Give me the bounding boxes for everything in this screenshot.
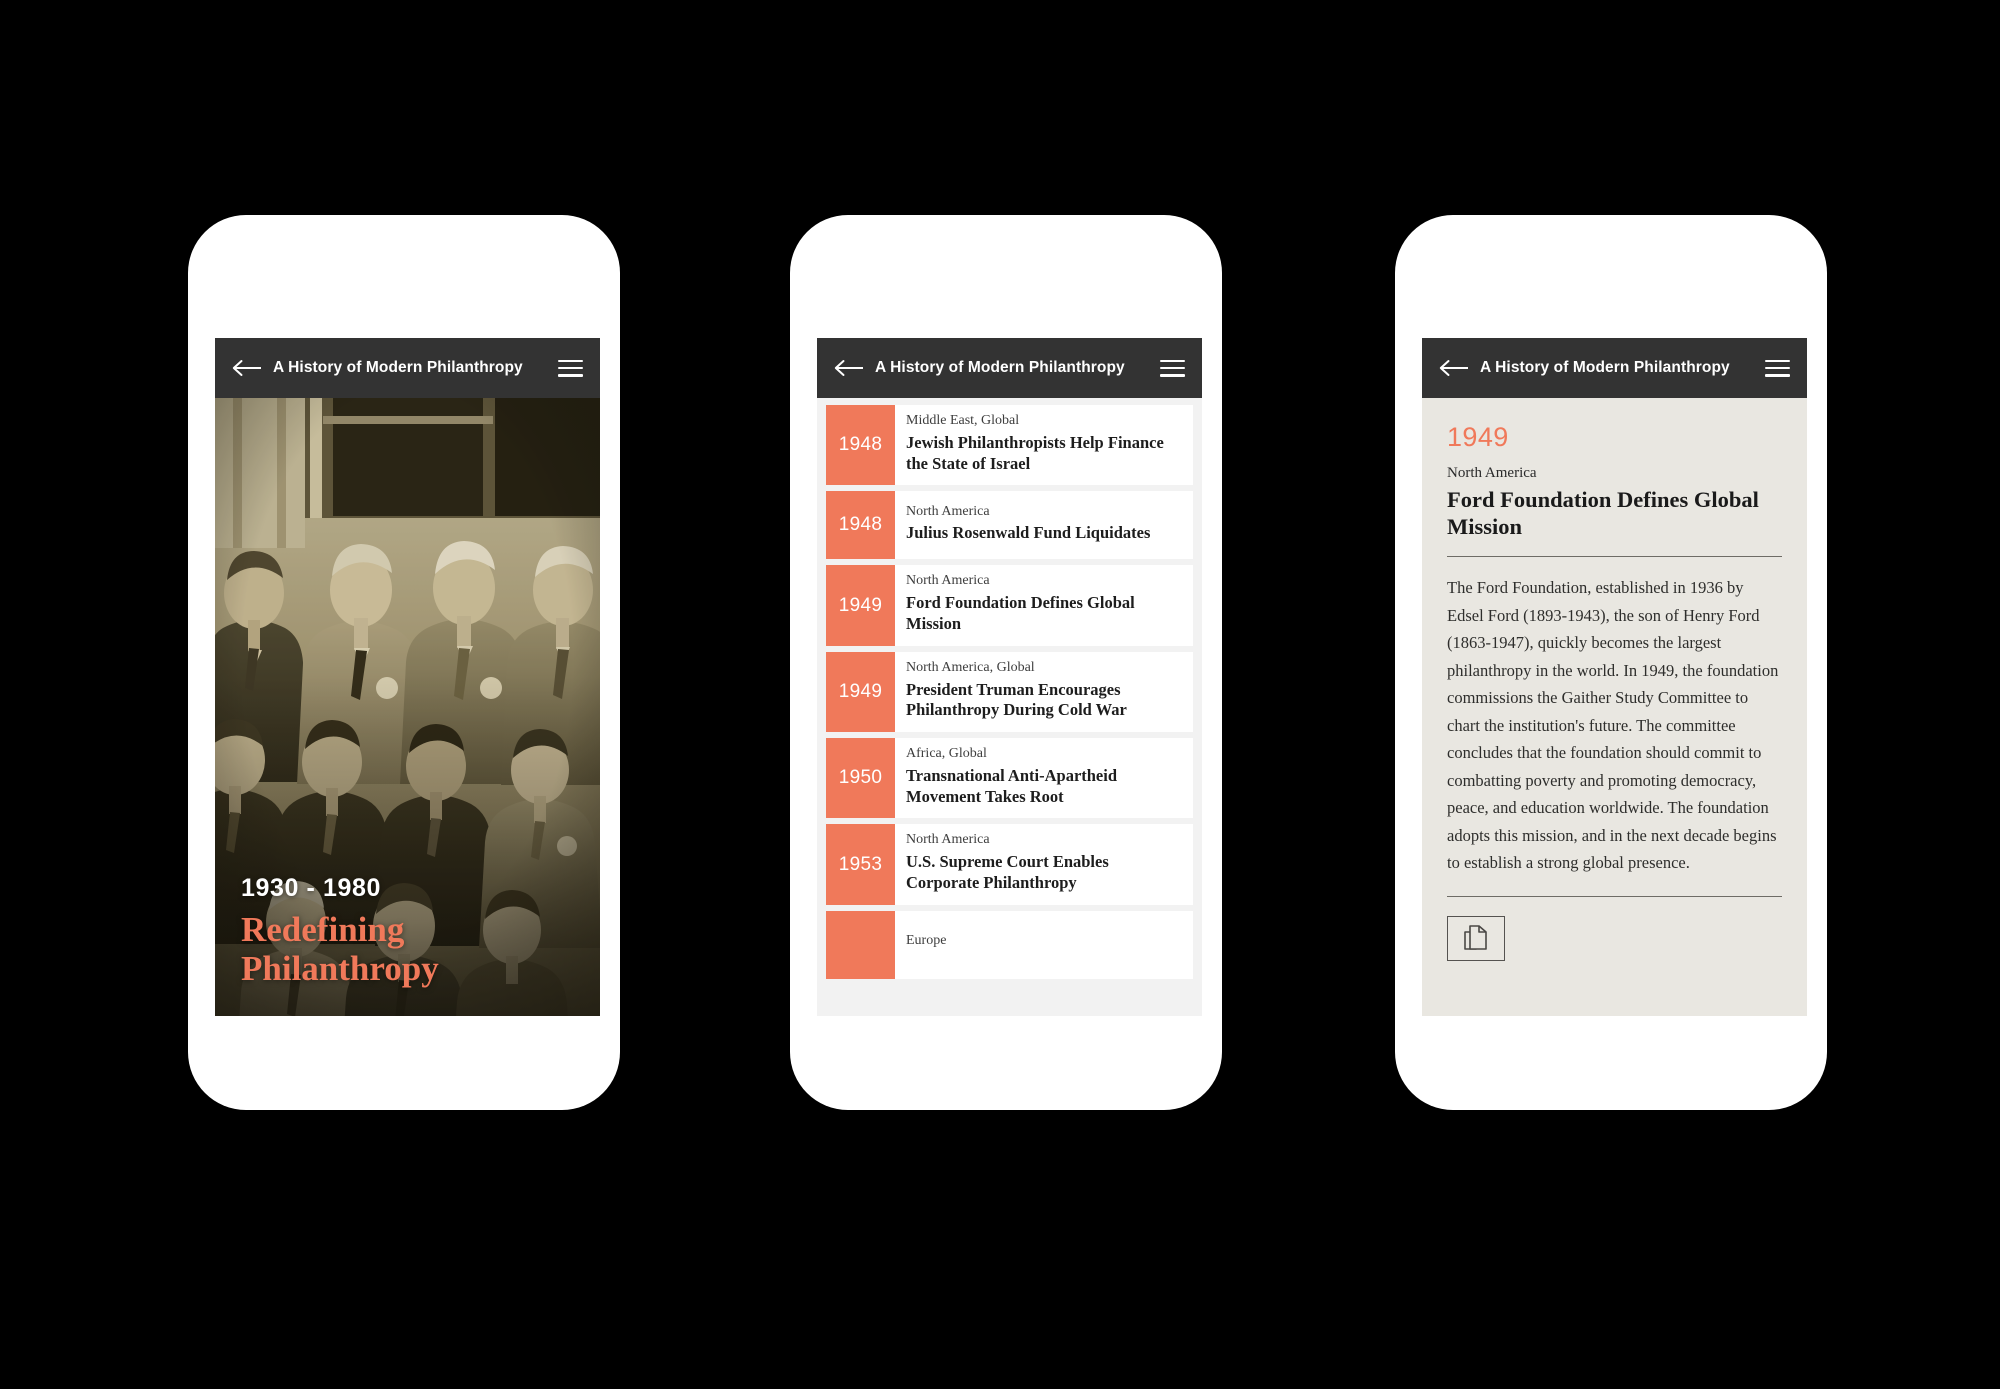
phone-mockup-detail: A History of Modern Philanthropy 1949 No… (1395, 215, 1827, 1110)
cover-era-range: 1930 - 1980 (241, 873, 382, 902)
phone-mockup-cover: A History of Modern Philanthropy 1930 - … (188, 215, 620, 1110)
list-item-region: North America (906, 832, 990, 848)
list-item-body: North America Ford Foundation Defines Gl… (895, 565, 1193, 645)
cover-hero: 1930 - 1980 Redefining Philanthropy (215, 398, 600, 1016)
list-item-year (826, 910, 895, 979)
list-item-title: Julius Rosenwald Fund Liquidates (906, 523, 1151, 543)
list-item-region: North America (906, 573, 990, 589)
list-item-region: North America (906, 503, 990, 519)
hamburger-menu-icon[interactable] (1765, 359, 1790, 377)
appbar-cover: A History of Modern Philanthropy (215, 338, 600, 398)
list-item-partial[interactable]: Europe (826, 910, 1193, 979)
screen-timeline-list: A History of Modern Philanthropy 1948 Mi… (817, 338, 1202, 1016)
list-item-year: 1949 (826, 565, 895, 646)
list-item-year: 1950 (826, 738, 895, 819)
list-item-body: North America, Global President Truman E… (895, 652, 1193, 732)
appbar-title: A History of Modern Philanthropy (875, 359, 1125, 376)
phone-mockup-timeline-list: A History of Modern Philanthropy 1948 Mi… (790, 215, 1222, 1110)
list-item-body: Middle East, Global Jewish Philanthropis… (895, 405, 1193, 485)
detail-year: 1949 (1447, 422, 1509, 452)
list-item-body: North America Julius Rosenwald Fund Liqu… (895, 491, 1193, 559)
detail-divider-top (1447, 556, 1782, 557)
cover-title: Redefining Philanthropy (241, 909, 439, 988)
detail-content: 1949 North America Ford Foundation Defin… (1422, 398, 1807, 1016)
list-item-year: 1953 (826, 824, 895, 905)
list-item-year: 1948 (826, 491, 895, 560)
list-item[interactable]: 1949 North America Ford Foundation Defin… (826, 565, 1193, 646)
list-item[interactable]: 1950 Africa, Global Transnational Anti-A… (826, 738, 1193, 819)
appbar-title: A History of Modern Philanthropy (1480, 359, 1730, 376)
appbar-detail: A History of Modern Philanthropy (1422, 338, 1807, 398)
list-item-title: Jewish Philanthropists Help Finance the … (906, 432, 1164, 473)
canvas: A History of Modern Philanthropy 1930 - … (0, 0, 2000, 1389)
hamburger-menu-icon[interactable] (1160, 359, 1185, 377)
list-item-title: Transnational Anti-Apartheid Movement Ta… (906, 765, 1118, 806)
hamburger-menu-icon[interactable] (558, 359, 583, 377)
list-item[interactable]: 1949 North America, Global President Tru… (826, 651, 1193, 733)
list-item-region: North America, Global (906, 659, 1035, 675)
list-item-title: U.S. Supreme Court Enables Corporate Phi… (906, 852, 1109, 893)
back-arrow-icon[interactable] (1439, 359, 1469, 377)
detail-title: Ford Foundation Defines Global Mission (1447, 487, 1759, 539)
detail-divider-bottom (1447, 896, 1782, 898)
detail-region: North America (1447, 465, 1537, 481)
list-item-body: North America U.S. Supreme Court Enables… (895, 824, 1193, 904)
list-item-region: Europe (906, 933, 947, 949)
cover-text-block: 1930 - 1980 Redefining Philanthropy (241, 874, 580, 988)
appbar-title: A History of Modern Philanthropy (273, 359, 523, 376)
list-item-title: President Truman Encourages Philanthropy… (906, 679, 1127, 720)
list-item-year: 1949 (826, 651, 895, 733)
documents-button[interactable] (1447, 916, 1505, 962)
appbar-list: A History of Modern Philanthropy (817, 338, 1202, 398)
screen-cover: A History of Modern Philanthropy 1930 - … (215, 338, 600, 1016)
list-item-region: Middle East, Global (906, 413, 1020, 428)
documents-copy-icon (1464, 924, 1487, 950)
detail-body-text: The Ford Foundation, established in 1936… (1447, 578, 1779, 873)
list-item[interactable]: 1953 North America U.S. Supreme Court En… (826, 824, 1193, 905)
back-arrow-icon[interactable] (232, 359, 262, 377)
timeline-list[interactable]: 1948 Middle East, Global Jewish Philanth… (817, 398, 1202, 1016)
list-item[interactable]: 1948 Middle East, Global Jewish Philanth… (826, 405, 1193, 486)
list-item[interactable]: 1948 North America Julius Rosenwald Fund… (826, 491, 1193, 560)
screen-event-detail: A History of Modern Philanthropy 1949 No… (1422, 338, 1807, 1016)
list-item-year: 1948 (826, 405, 895, 486)
list-item-region: Africa, Global (906, 746, 987, 762)
list-item-body: Europe (895, 911, 1193, 979)
list-item-title: Ford Foundation Defines Global Mission (906, 593, 1135, 633)
back-arrow-icon[interactable] (834, 359, 864, 377)
list-item-body: Africa, Global Transnational Anti-Aparth… (895, 738, 1193, 818)
